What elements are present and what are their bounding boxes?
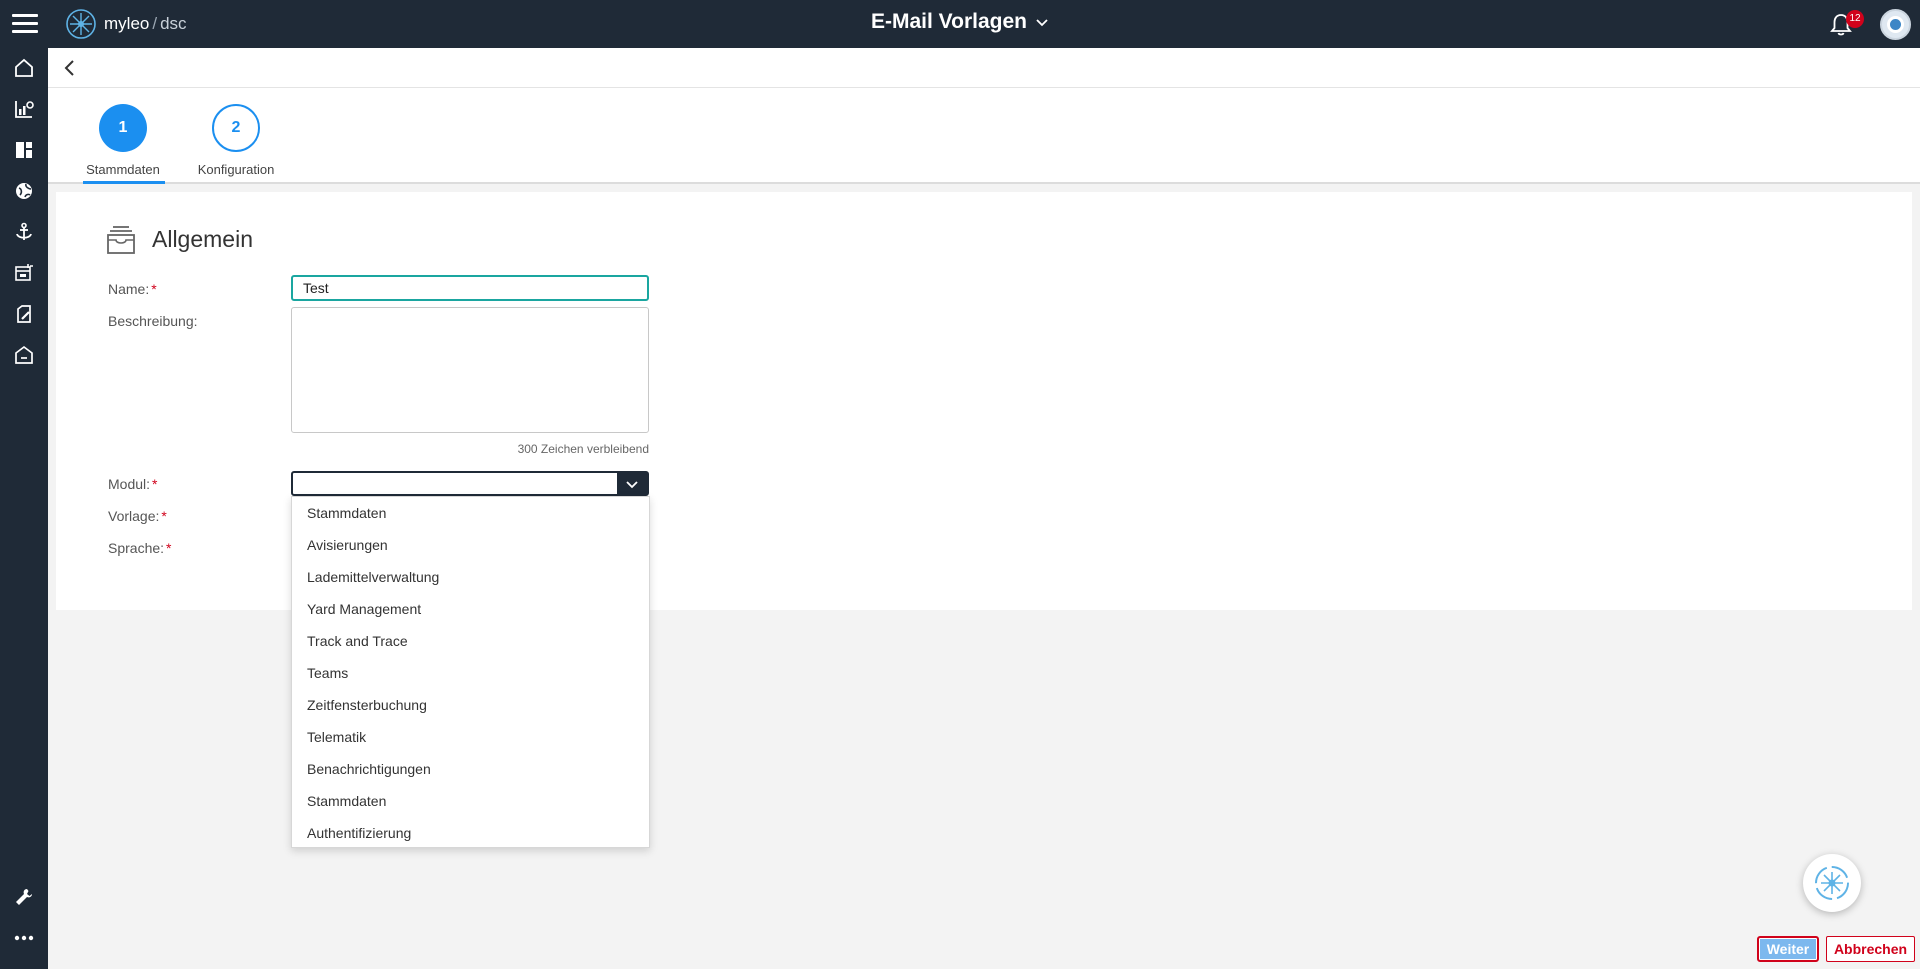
sidebar-item-globe[interactable] [0,171,48,211]
back-arrow-icon[interactable] [58,56,82,80]
step-konfiguration[interactable]: 2 Konfiguration [191,104,281,177]
step-number: 1 [99,104,147,152]
section-title: Allgemein [152,226,253,252]
page-title-wrapper: E-Mail Vorlagen [0,10,1920,34]
modul-select[interactable] [291,471,649,496]
vorlage-label-text: Vorlage: [108,508,160,524]
logo-text: myleo / dsc [104,14,187,34]
archive-box-icon [107,226,135,254]
dropdown-option-telematik[interactable]: Telematik [292,721,649,753]
dropdown-option-stammdaten-2[interactable]: Stammdaten [292,785,649,817]
page-title: E-Mail Vorlagen [871,10,1027,33]
home-icon [15,58,33,77]
logo-icon [66,9,96,39]
sidebar-item-warehouse[interactable] [0,335,48,375]
sidebar-item-anchor[interactable] [0,212,48,252]
required-marker: * [151,281,157,297]
sidebar-item-more[interactable] [0,918,48,958]
chevron-down-icon [626,480,638,488]
step-label: Stammdaten [86,162,160,177]
step-stammdaten[interactable]: 1 Stammdaten [78,104,168,177]
dropdown-option-avisierungen[interactable]: Avisierungen [292,529,649,561]
name-label-text: Name: [108,281,150,297]
cancel-button[interactable]: Abbrechen [1826,936,1915,962]
description-textarea[interactable] [291,307,649,433]
top-bar: myleo / dsc E-Mail Vorlagen 12 [0,0,1920,48]
sidebar-item-settings[interactable] [0,877,48,917]
sidebar-item-documents[interactable] [0,294,48,334]
modul-label: Modul: * [108,476,157,492]
wrench-icon [16,889,32,905]
required-marker: * [161,508,167,524]
more-icon [14,935,34,941]
page-title-dropdown[interactable]: E-Mail Vorlagen [871,10,1049,34]
sidebar-item-dashboard[interactable] [0,130,48,170]
dropdown-option-benachrichtigungen[interactable]: Benachrichtigungen [292,753,649,785]
dropdown-option-yard-management[interactable]: Yard Management [292,593,649,625]
sidebar [0,48,48,969]
warehouse-icon [15,345,33,364]
sprache-label: Sprache: * [108,540,172,556]
sidebar-item-analytics[interactable] [0,89,48,129]
sprache-label-text: Sprache: [108,540,165,556]
chevron-down-icon [1036,19,1048,27]
document-edit-icon [17,305,31,323]
sidebar-item-scheduling[interactable] [0,253,48,293]
dropdown-option-lademittelverwaltung[interactable]: Lademittelverwaltung [292,561,649,593]
description-label: Beschreibung: [108,313,198,329]
char-remaining-counter: 300 Zeichen verbleibend [517,442,649,456]
sidebar-item-home[interactable] [0,48,48,88]
modul-select-toggle[interactable] [617,473,647,494]
modul-label-text: Modul: [108,476,151,492]
dropdown-option-track-and-trace[interactable]: Track and Trace [292,625,649,657]
dropdown-option-authentifizierung[interactable]: Authentifizierung [292,817,649,847]
assistant-button[interactable] [1803,854,1861,912]
next-button[interactable]: Weiter [1757,936,1819,962]
hamburger-menu-icon[interactable] [12,12,38,36]
name-label: Name: * [108,281,157,297]
dropdown-option-teams[interactable]: Teams [292,657,649,689]
user-avatar[interactable] [1880,9,1911,40]
active-step-indicator [83,181,165,184]
anchor-icon [16,222,32,240]
required-marker: * [166,540,172,556]
logo-separator: / [152,14,158,33]
required-marker: * [152,476,158,492]
modul-dropdown-list: Stammdaten Avisierungen Lademittelverwal… [291,496,650,848]
calendar-truck-icon [15,264,33,281]
avatar-icon [1887,16,1904,33]
dropdown-option-zeitfensterbuchung[interactable]: Zeitfensterbuchung [292,689,649,721]
analytics-icon [15,101,34,118]
step-label: Konfiguration [197,162,275,177]
app-logo[interactable]: myleo / dsc [64,6,187,42]
wizard-stepper: 1 Stammdaten 2 Konfiguration [48,88,1920,184]
assistant-icon [1815,866,1849,900]
notification-badge: 12 [1846,10,1864,28]
logo-brand: myleo [104,14,150,33]
step-number: 2 [212,104,260,152]
globe-icon [16,183,32,199]
dashboard-icon [16,142,32,158]
dropdown-option-stammdaten[interactable]: Stammdaten [292,497,649,529]
logo-sub: dsc [160,14,187,33]
name-input[interactable] [291,275,649,301]
navigation-bar [48,48,1920,88]
vorlage-label: Vorlage: * [108,508,167,524]
